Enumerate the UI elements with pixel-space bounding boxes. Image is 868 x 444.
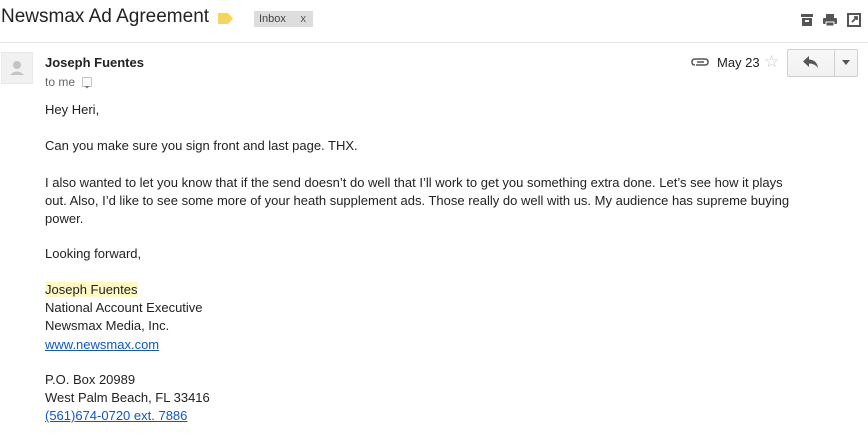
paragraph-line: I also wanted to let you know that if th… (45, 175, 783, 190)
signature-phone-line: (561)674-0720 ext. 7886 (45, 407, 187, 425)
remove-label-button[interactable]: x (301, 11, 307, 27)
signature-website-line: www.newsmax.com (45, 336, 159, 354)
signature-po-box: P.O. Box 20989 (45, 372, 136, 387)
star-icon[interactable]: ☆ (764, 52, 779, 72)
closing: Looking forward, (45, 246, 142, 261)
subject-bar: Newsmax Ad Agreement Inbox x (0, 0, 868, 43)
email-subject: Newsmax Ad Agreement (1, 6, 210, 27)
paragraph-sign: Can you make sure you sign front and las… (45, 138, 358, 153)
person-icon (10, 61, 24, 75)
signature-title: National Account Executive (45, 300, 203, 315)
label-name: Inbox (259, 13, 286, 25)
reply-button-group (787, 49, 858, 77)
more-actions-button[interactable] (835, 50, 857, 76)
tag-icon[interactable] (218, 13, 233, 24)
greeting: Hey Heri, (45, 102, 100, 117)
website-link[interactable]: www.newsmax.com (45, 337, 159, 352)
paperclip-icon (691, 58, 709, 66)
inbox-label-chip[interactable]: Inbox x (254, 11, 313, 27)
reply-icon (803, 56, 818, 68)
archive-icon[interactable] (800, 13, 814, 27)
paragraph-line: out. Also, I’d like to see some more of … (45, 193, 790, 208)
signature-name-line: Joseph Fuentes (45, 281, 138, 299)
message-date: May 23 (717, 55, 760, 70)
recipient-details-dropdown[interactable] (82, 77, 92, 89)
paragraph-line: power. (45, 211, 84, 226)
reply-button[interactable] (788, 50, 835, 76)
phone-link[interactable]: (561)674-0720 ext. 7886 (45, 408, 187, 423)
signature-name: Joseph Fuentes (45, 282, 138, 297)
print-icon[interactable] (823, 13, 837, 27)
chevron-down-icon (84, 86, 90, 89)
new-window-icon[interactable] (847, 13, 861, 27)
signature-city: West Palm Beach, FL 33416 (45, 390, 210, 405)
sender-name[interactable]: Joseph Fuentes (45, 55, 144, 70)
signature-company: Newsmax Media, Inc. (45, 318, 170, 333)
chevron-down-icon (842, 60, 850, 65)
recipient-line: to me (45, 75, 76, 89)
sender-avatar[interactable] (1, 52, 33, 84)
